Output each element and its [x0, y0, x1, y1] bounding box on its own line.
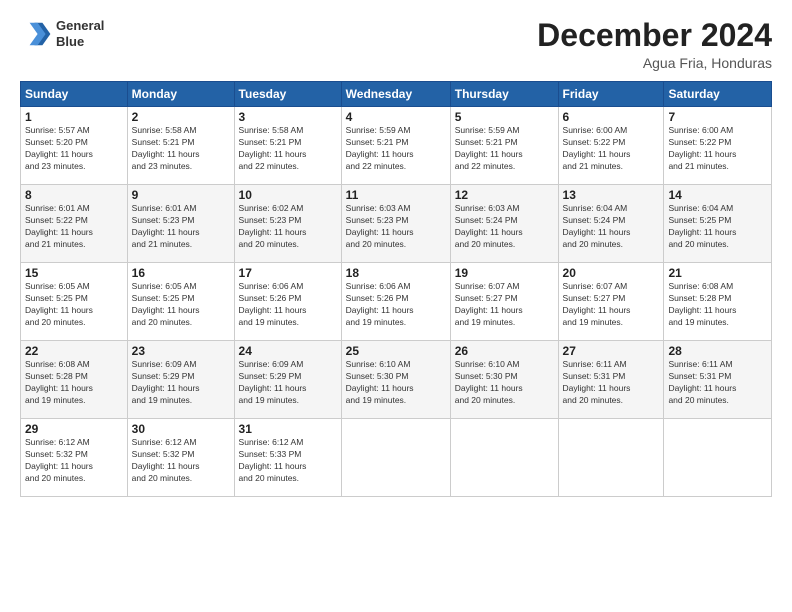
- empty-4: [664, 419, 772, 497]
- day-12: 12 Sunrise: 6:03 AMSunset: 5:24 PMDaylig…: [450, 185, 558, 263]
- empty-1: [341, 419, 450, 497]
- day-26: 26 Sunrise: 6:10 AMSunset: 5:30 PMDaylig…: [450, 341, 558, 419]
- header: General Blue December 2024 Agua Fria, Ho…: [20, 18, 772, 71]
- day-13: 13 Sunrise: 6:04 AMSunset: 5:24 PMDaylig…: [558, 185, 664, 263]
- week-row-3: 15 Sunrise: 6:05 AMSunset: 5:25 PMDaylig…: [21, 263, 772, 341]
- day-8: 8 Sunrise: 6:01 AMSunset: 5:22 PMDayligh…: [21, 185, 128, 263]
- day-18: 18 Sunrise: 6:06 AMSunset: 5:26 PMDaylig…: [341, 263, 450, 341]
- col-thursday: Thursday: [450, 82, 558, 107]
- logo-text: General Blue: [56, 18, 104, 49]
- day-19: 19 Sunrise: 6:07 AMSunset: 5:27 PMDaylig…: [450, 263, 558, 341]
- day-7: 7 Sunrise: 6:00 AMSunset: 5:22 PMDayligh…: [664, 107, 772, 185]
- day-2: 2 Sunrise: 5:58 AMSunset: 5:21 PMDayligh…: [127, 107, 234, 185]
- day-11: 11 Sunrise: 6:03 AMSunset: 5:23 PMDaylig…: [341, 185, 450, 263]
- col-sunday: Sunday: [21, 82, 128, 107]
- day-22: 22 Sunrise: 6:08 AMSunset: 5:28 PMDaylig…: [21, 341, 128, 419]
- week-row-5: 29 Sunrise: 6:12 AMSunset: 5:32 PMDaylig…: [21, 419, 772, 497]
- empty-2: [450, 419, 558, 497]
- day-4: 4 Sunrise: 5:59 AMSunset: 5:21 PMDayligh…: [341, 107, 450, 185]
- col-saturday: Saturday: [664, 82, 772, 107]
- week-row-1: 1 Sunrise: 5:57 AMSunset: 5:20 PMDayligh…: [21, 107, 772, 185]
- day-21: 21 Sunrise: 6:08 AMSunset: 5:28 PMDaylig…: [664, 263, 772, 341]
- day-16: 16 Sunrise: 6:05 AMSunset: 5:25 PMDaylig…: [127, 263, 234, 341]
- day-9: 9 Sunrise: 6:01 AMSunset: 5:23 PMDayligh…: [127, 185, 234, 263]
- day-6: 6 Sunrise: 6:00 AMSunset: 5:22 PMDayligh…: [558, 107, 664, 185]
- day-24: 24 Sunrise: 6:09 AMSunset: 5:29 PMDaylig…: [234, 341, 341, 419]
- week-row-2: 8 Sunrise: 6:01 AMSunset: 5:22 PMDayligh…: [21, 185, 772, 263]
- day-10: 10 Sunrise: 6:02 AMSunset: 5:23 PMDaylig…: [234, 185, 341, 263]
- day-23: 23 Sunrise: 6:09 AMSunset: 5:29 PMDaylig…: [127, 341, 234, 419]
- logo: General Blue: [20, 18, 104, 50]
- col-tuesday: Tuesday: [234, 82, 341, 107]
- month-title: December 2024: [537, 18, 772, 53]
- title-block: December 2024 Agua Fria, Honduras: [537, 18, 772, 71]
- day-31: 31 Sunrise: 6:12 AMSunset: 5:33 PMDaylig…: [234, 419, 341, 497]
- day-14: 14 Sunrise: 6:04 AMSunset: 5:25 PMDaylig…: [664, 185, 772, 263]
- day-1: 1 Sunrise: 5:57 AMSunset: 5:20 PMDayligh…: [21, 107, 128, 185]
- day-29: 29 Sunrise: 6:12 AMSunset: 5:32 PMDaylig…: [21, 419, 128, 497]
- header-row: Sunday Monday Tuesday Wednesday Thursday…: [21, 82, 772, 107]
- empty-3: [558, 419, 664, 497]
- col-wednesday: Wednesday: [341, 82, 450, 107]
- logo-icon: [20, 18, 52, 50]
- day-15: 15 Sunrise: 6:05 AMSunset: 5:25 PMDaylig…: [21, 263, 128, 341]
- day-5: 5 Sunrise: 5:59 AMSunset: 5:21 PMDayligh…: [450, 107, 558, 185]
- day-27: 27 Sunrise: 6:11 AMSunset: 5:31 PMDaylig…: [558, 341, 664, 419]
- col-monday: Monday: [127, 82, 234, 107]
- day-17: 17 Sunrise: 6:06 AMSunset: 5:26 PMDaylig…: [234, 263, 341, 341]
- day-28: 28 Sunrise: 6:11 AMSunset: 5:31 PMDaylig…: [664, 341, 772, 419]
- week-row-4: 22 Sunrise: 6:08 AMSunset: 5:28 PMDaylig…: [21, 341, 772, 419]
- day-20: 20 Sunrise: 6:07 AMSunset: 5:27 PMDaylig…: [558, 263, 664, 341]
- page: General Blue December 2024 Agua Fria, Ho…: [0, 0, 792, 612]
- day-25: 25 Sunrise: 6:10 AMSunset: 5:30 PMDaylig…: [341, 341, 450, 419]
- day-3: 3 Sunrise: 5:58 AMSunset: 5:21 PMDayligh…: [234, 107, 341, 185]
- col-friday: Friday: [558, 82, 664, 107]
- calendar: Sunday Monday Tuesday Wednesday Thursday…: [20, 81, 772, 497]
- day-30: 30 Sunrise: 6:12 AMSunset: 5:32 PMDaylig…: [127, 419, 234, 497]
- location: Agua Fria, Honduras: [537, 55, 772, 71]
